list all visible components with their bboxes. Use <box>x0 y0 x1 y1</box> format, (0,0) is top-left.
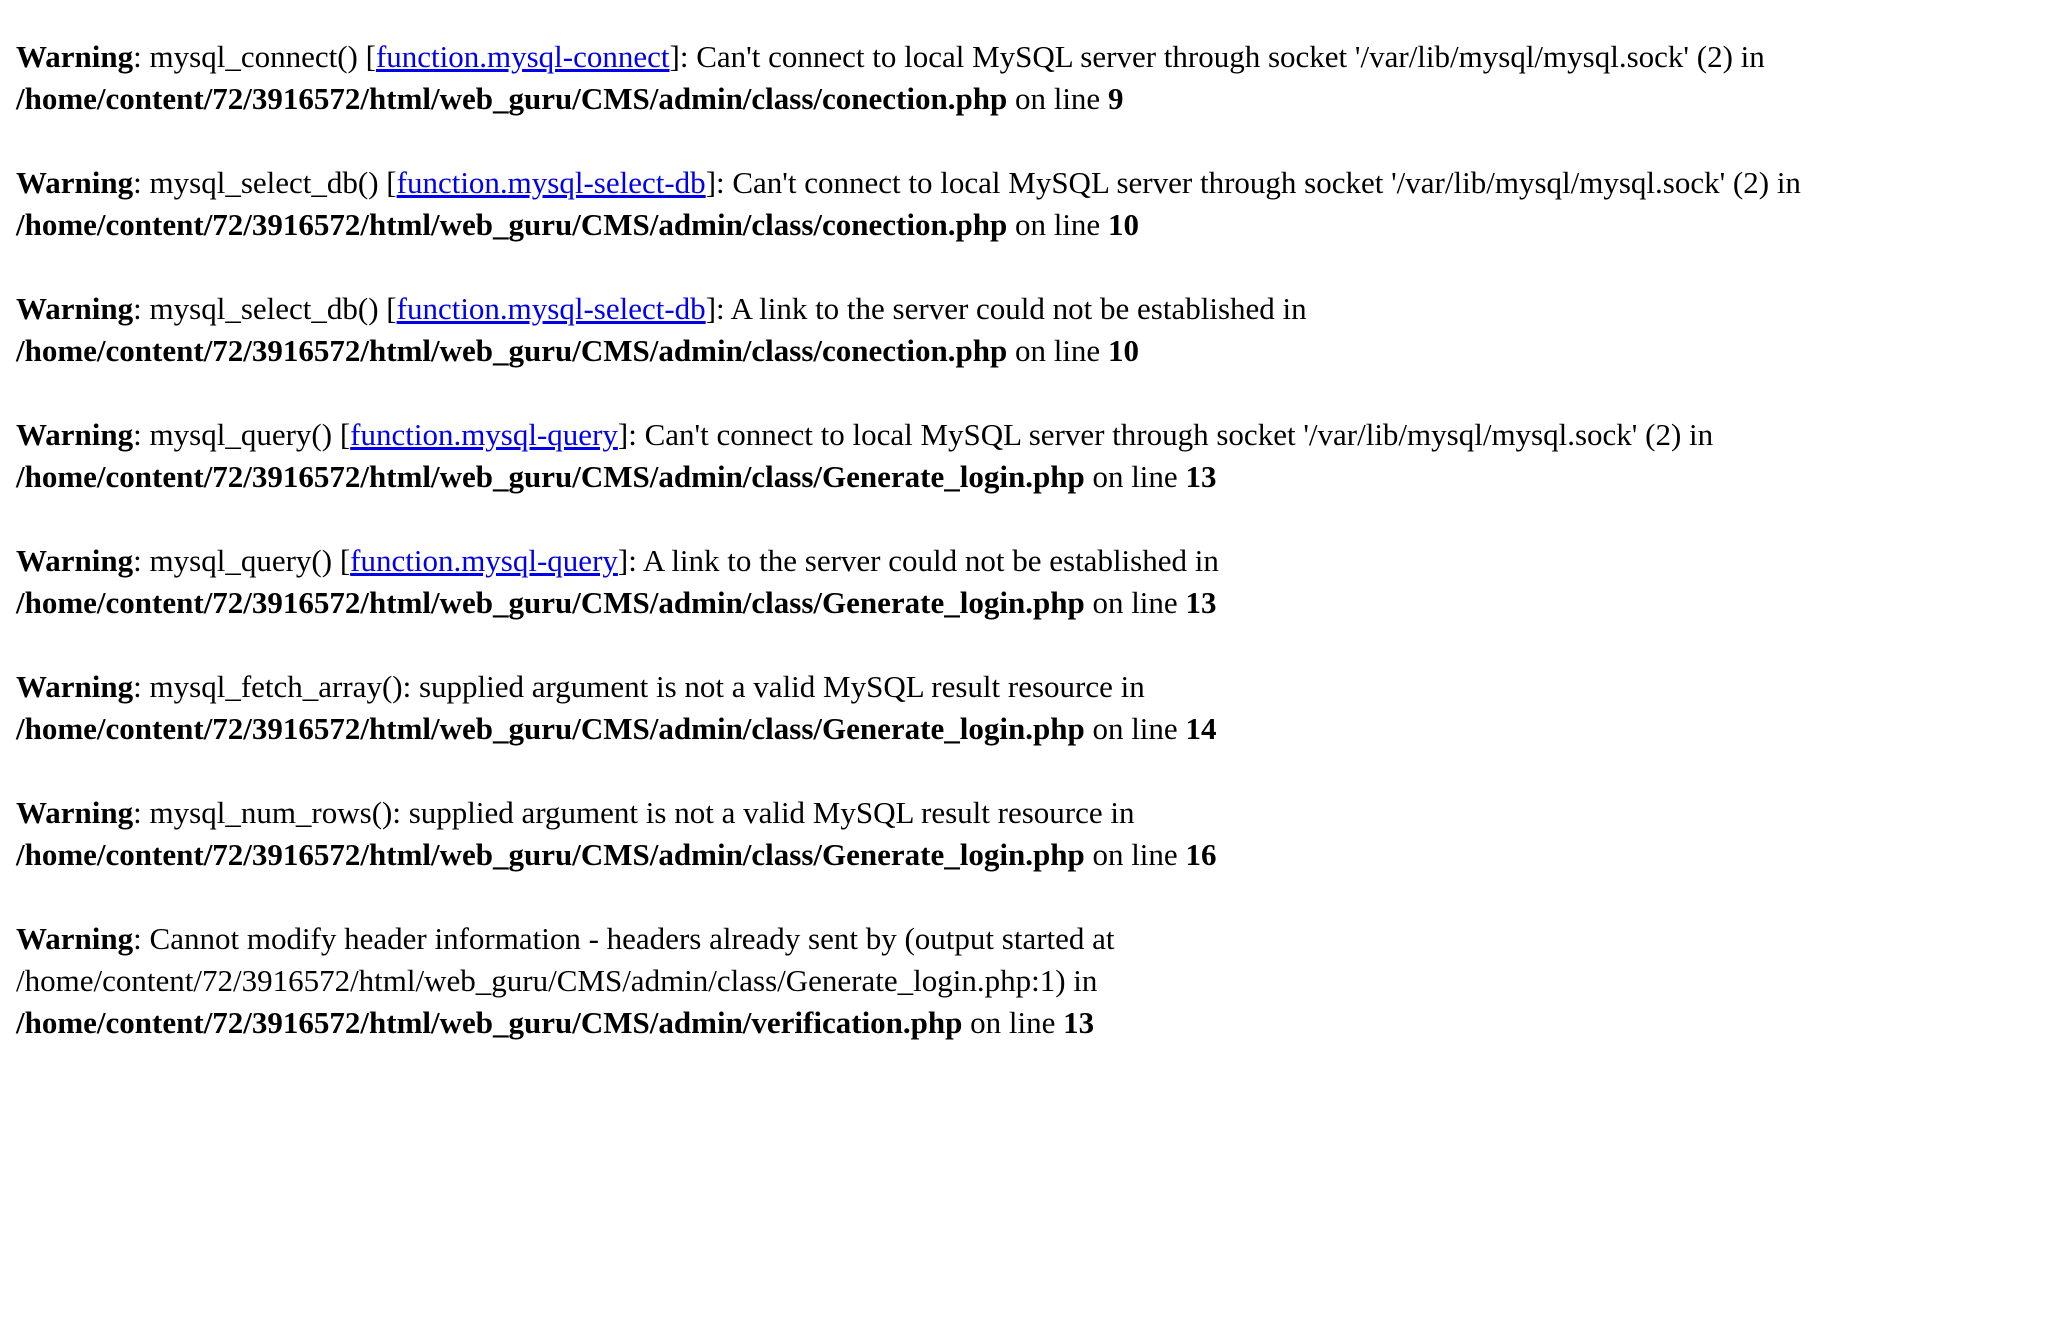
warning-message: Warning: mysql_num_rows(): supplied argu… <box>16 795 1217 872</box>
php-warning-output: Warning: mysql_connect() [function.mysql… <box>16 36 2026 1086</box>
warning-label: Warning <box>16 39 134 74</box>
on-line-text: on line <box>1014 81 1101 116</box>
on-line-text: on line <box>1092 459 1178 494</box>
file-path: /home/content/72/3916572/html/web_guru/C… <box>16 333 1008 368</box>
warning-text: Can't connect to local MySQL server thro… <box>732 165 1801 200</box>
warning-label: Warning <box>16 669 134 704</box>
warning-message: Warning: mysql_query() [function.mysql-q… <box>16 543 1219 620</box>
warning-message: Warning: mysql_fetch_array(): supplied a… <box>16 669 1217 746</box>
warning-message: Warning: mysql_select_db() [function.mys… <box>16 165 1801 242</box>
file-path: /home/content/72/3916572/html/web_guru/C… <box>16 459 1085 494</box>
warning-label: Warning <box>16 921 134 956</box>
warning-message: Warning: mysql_connect() [function.mysql… <box>16 39 1765 116</box>
file-path: /home/content/72/3916572/html/web_guru/C… <box>16 207 1008 242</box>
function-doc-link[interactable]: function.mysql-select-db <box>397 165 706 200</box>
function-doc-link[interactable]: function.mysql-select-db <box>397 291 706 326</box>
on-line-text: on line <box>1092 585 1178 620</box>
line-number: 16 <box>1185 837 1217 872</box>
line-number: 10 <box>1107 207 1139 242</box>
function-name: mysql_select_db() <box>149 165 379 200</box>
line-number: 10 <box>1107 333 1139 368</box>
warning-label: Warning <box>16 543 134 578</box>
file-path: /home/content/72/3916572/html/web_guru/C… <box>16 585 1085 620</box>
function-name: mysql_query() <box>149 543 333 578</box>
warning-text: A link to the server could not be establ… <box>730 291 1307 326</box>
function-name: mysql_select_db() <box>149 291 379 326</box>
on-line-text: on line <box>1014 333 1101 368</box>
warning-label: Warning <box>16 291 134 326</box>
on-line-text: on line <box>970 1005 1056 1040</box>
warning-text: A link to the server could not be establ… <box>642 543 1219 578</box>
on-line-text: on line <box>1092 711 1178 746</box>
warning-message: Warning: mysql_query() [function.mysql-q… <box>16 417 1714 494</box>
warning-text: mysql_num_rows(): supplied argument is n… <box>149 795 1135 830</box>
line-number: 14 <box>1185 711 1217 746</box>
warning-text: Can't connect to local MySQL server thro… <box>644 417 1714 452</box>
warning-label: Warning <box>16 165 134 200</box>
file-path: /home/content/72/3916572/html/web_guru/C… <box>16 711 1085 746</box>
warning-message: Warning: Cannot modify header informatio… <box>16 921 1115 1040</box>
file-path: /home/content/72/3916572/html/web_guru/C… <box>16 1005 963 1040</box>
line-number: 9 <box>1107 81 1124 116</box>
line-number: 13 <box>1063 1005 1095 1040</box>
on-line-text: on line <box>1092 837 1178 872</box>
warning-label: Warning <box>16 795 134 830</box>
function-name: mysql_connect() <box>149 39 358 74</box>
output-started-path: /home/content/72/3916572/html/web_guru/C… <box>16 963 1098 998</box>
function-doc-link[interactable]: function.mysql-query <box>350 543 618 578</box>
warning-message: Warning: mysql_select_db() [function.mys… <box>16 291 1307 368</box>
warning-text: Can't connect to local MySQL server thro… <box>696 39 1765 74</box>
warning-text: Cannot modify header information - heade… <box>149 921 1115 956</box>
function-doc-link[interactable]: function.mysql-connect <box>376 39 670 74</box>
warning-text: mysql_fetch_array(): supplied argument i… <box>149 669 1145 704</box>
line-number: 13 <box>1185 459 1217 494</box>
on-line-text: on line <box>1014 207 1101 242</box>
line-number: 13 <box>1185 585 1217 620</box>
file-path: /home/content/72/3916572/html/web_guru/C… <box>16 81 1008 116</box>
file-path: /home/content/72/3916572/html/web_guru/C… <box>16 837 1085 872</box>
function-doc-link[interactable]: function.mysql-query <box>350 417 618 452</box>
function-name: mysql_query() <box>149 417 333 452</box>
warning-label: Warning <box>16 417 134 452</box>
